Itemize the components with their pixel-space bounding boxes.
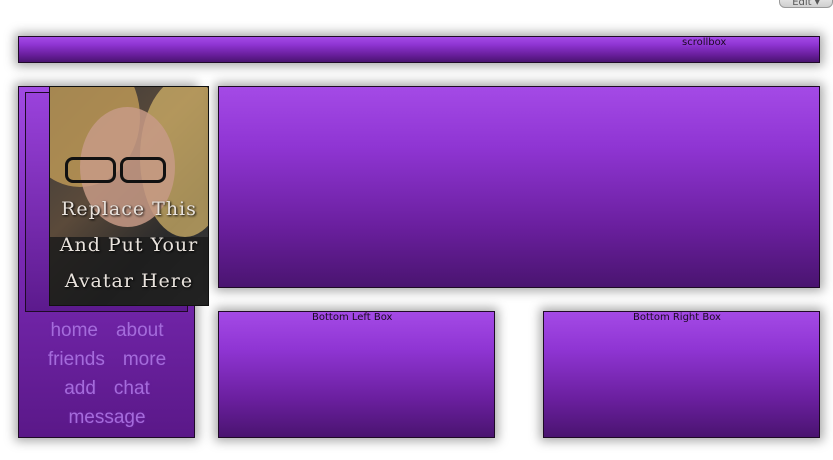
nav-links: home about friends more add chat message [24, 316, 190, 432]
nav-link-about[interactable]: about [116, 316, 164, 345]
avatar-image: Replace This And Put Your Avatar Here [49, 86, 209, 306]
avatar-text-line: Avatar Here [64, 270, 194, 292]
nav-link-home[interactable]: home [50, 316, 98, 345]
bottom-right-box: Bottom Right Box [543, 311, 820, 438]
scrollbox[interactable]: scrollbox [18, 36, 820, 63]
avatar-text-line: And Put Your [59, 234, 199, 256]
scrollbox-label: scrollbox [682, 37, 727, 48]
bottom-right-box-label: Bottom Right Box [633, 312, 721, 323]
avatar-text-line: Replace This [61, 198, 197, 220]
nav-link-add[interactable]: add [64, 374, 96, 403]
bottom-left-box: Bottom Left Box [218, 311, 495, 438]
edit-button[interactable]: Edit ▾ [779, 0, 833, 8]
nav-link-more[interactable]: more [123, 345, 166, 374]
nav-link-message[interactable]: message [68, 403, 145, 432]
avatar-placeholder-text: Replace This And Put Your Avatar Here [50, 191, 208, 299]
nav-link-friends[interactable]: friends [48, 345, 105, 374]
main-content-box [218, 86, 820, 288]
nav-link-chat[interactable]: chat [114, 374, 150, 403]
bottom-left-box-label: Bottom Left Box [312, 312, 393, 323]
